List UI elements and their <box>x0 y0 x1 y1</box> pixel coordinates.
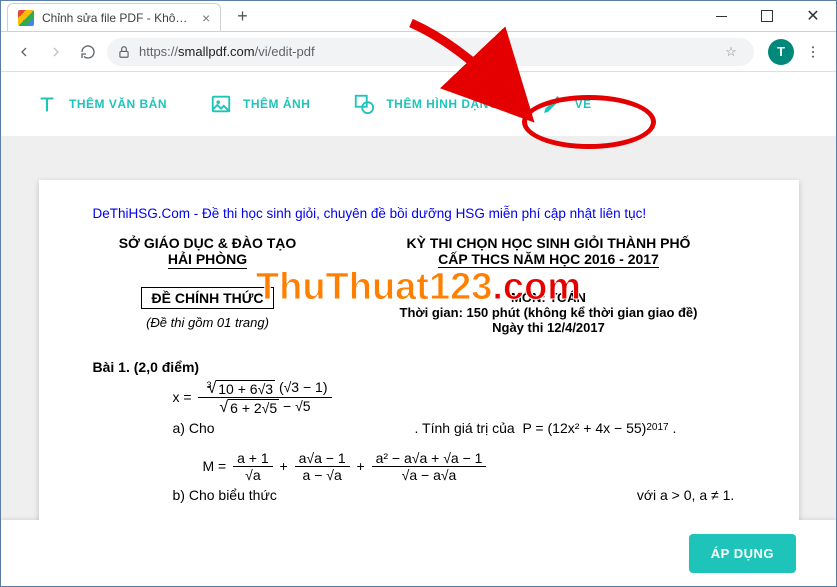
bookmark-star-icon[interactable]: ☆ <box>718 44 744 60</box>
back-button[interactable] <box>11 39 37 65</box>
pdf-page: DeThiHSG.Com - Đề thi học sinh giỏi, chu… <box>39 180 799 520</box>
add-image-tool[interactable]: THÊM ẢNH <box>209 92 310 116</box>
subject: TOÁN <box>549 290 586 305</box>
add-text-label: THÊM VĂN BẢN <box>69 97 167 111</box>
new-tab-button[interactable]: + <box>231 4 254 29</box>
browser-tab[interactable]: Chỉnh sửa file PDF - Không ảnh h × <box>7 3 221 31</box>
close-window-button[interactable]: ✕ <box>790 1 836 31</box>
exam-line2: CẤP THCS NĂM HỌC 2016 - 2017 <box>438 251 659 268</box>
exam-line1: KỲ THI CHỌN HỌC SINH GIỎI THÀNH PHỐ <box>353 235 745 251</box>
apply-button[interactable]: ÁP DỤNG <box>689 534 796 573</box>
favicon-icon <box>18 10 34 26</box>
add-shape-tool[interactable]: THÊM HÌNH DẠNG <box>352 92 498 116</box>
menu-button[interactable] <box>800 39 826 65</box>
add-shape-label: THÊM HÌNH DẠNG <box>386 97 498 111</box>
equation-M: M = a + 1√a + a√a − 1a − √a + a² − a√a +… <box>93 450 745 483</box>
dept-line1: SỞ GIÁO DỤC & ĐÀO TẠO <box>93 235 323 251</box>
time-note: Thời gian: 150 phút (không kể thời gian … <box>353 305 745 320</box>
equation-x: x = 3√10 + 6√3 (√3 − 1) √6 + 2√5 − √5 <box>93 379 745 416</box>
text-icon <box>35 92 59 116</box>
profile-avatar[interactable]: T <box>768 39 794 65</box>
date-note: Ngày thi 12/4/2017 <box>353 320 745 335</box>
shape-icon <box>352 92 376 116</box>
doc-top-link: DeThiHSG.Com - Đề thi học sinh giỏi, chu… <box>93 206 745 221</box>
image-icon <box>209 92 233 116</box>
tab-title: Chỉnh sửa file PDF - Không ảnh h <box>42 11 192 25</box>
url-scheme: https:// <box>139 44 178 59</box>
pencil-icon <box>541 92 565 116</box>
url-input[interactable]: https://smallpdf.com/vi/edit-pdf ☆ <box>107 38 754 66</box>
close-tab-icon[interactable]: × <box>202 10 210 26</box>
forward-button[interactable] <box>43 39 69 65</box>
add-image-label: THÊM ẢNH <box>243 97 310 111</box>
address-bar: https://smallpdf.com/vi/edit-pdf ☆ T <box>1 32 836 72</box>
footer-bar: ÁP DỤNG <box>1 520 836 586</box>
minimize-button[interactable] <box>698 1 744 31</box>
subject-label: MÔN: <box>511 290 546 305</box>
add-text-tool[interactable]: THÊM VĂN BẢN <box>35 92 167 116</box>
draw-label: VẼ <box>575 97 592 111</box>
lock-icon <box>117 45 131 59</box>
url-path: /vi/edit-pdf <box>255 44 315 59</box>
editor-toolbar: THÊM VĂN BẢN THÊM ẢNH THÊM HÌNH DẠNG VẼ <box>1 72 836 136</box>
url-host: smallpdf.com <box>178 44 255 59</box>
window-controls: ✕ <box>698 1 836 31</box>
dept-line2: HẢI PHÒNG <box>168 251 247 269</box>
bai1-b-row: b) Cho biểu thức với a > 0, a ≠ 1. <box>93 487 745 503</box>
bai1-title: Bài 1. (2,0 điểm) <box>93 359 745 375</box>
workspace-area[interactable]: DeThiHSG.Com - Đề thi học sinh giỏi, chu… <box>1 136 836 520</box>
bai1-a-row: a) Cho . Tính giá trị của P = (12x² + 4x… <box>93 420 745 436</box>
window-titlebar: Chỉnh sửa file PDF - Không ảnh h × + ✕ <box>1 1 836 32</box>
pages-note: (Đề thi gồm 01 trang) <box>93 315 323 330</box>
official-label: ĐỀ CHÍNH THỨC <box>141 287 275 309</box>
reload-button[interactable] <box>75 39 101 65</box>
draw-tool[interactable]: VẼ <box>541 92 592 116</box>
maximize-button[interactable] <box>744 1 790 31</box>
